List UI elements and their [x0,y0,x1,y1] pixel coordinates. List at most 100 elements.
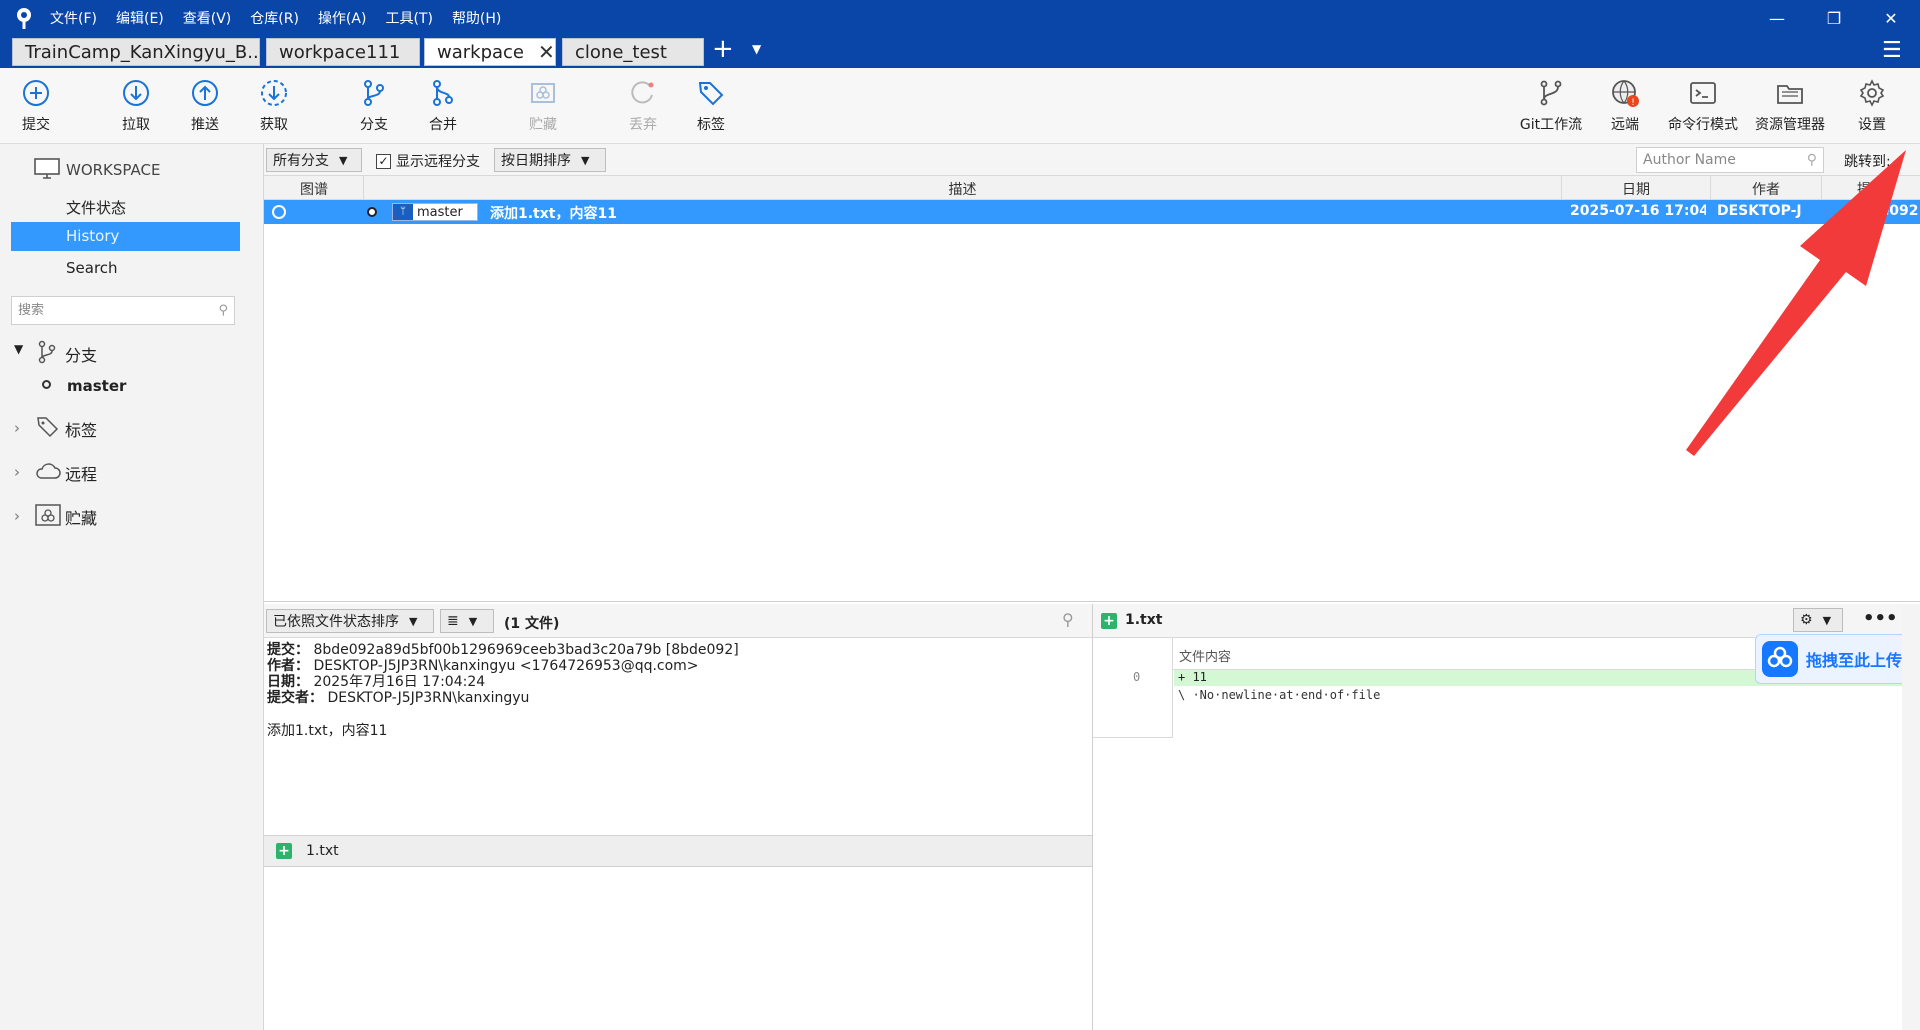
close-icon: ✕ [1884,8,1898,28]
branch-filter-dropdown[interactable]: 所有分支 ▼ [266,148,362,172]
stash-button[interactable]: 贮藏 [507,74,579,140]
cloud-icon [36,463,61,479]
merge-button[interactable]: 合并 [407,74,479,140]
chevron-right-icon[interactable]: › [14,419,20,437]
menu-help[interactable]: 帮助(H) [452,8,501,28]
search-icon[interactable]: ⚲ [1062,610,1074,629]
sidebar-item-history[interactable]: History [11,222,240,251]
file-added-icon: + [276,843,292,859]
sidebar-item-search[interactable]: Search [66,259,118,277]
date-label: 日期： [267,674,309,690]
gitflow-label: Git工作流 [1519,117,1583,133]
sidebar-branch-master[interactable]: master [67,377,126,395]
workspace-heading: WORKSPACE [66,161,161,179]
column-graph[interactable]: 图谱 [264,179,364,199]
sidebar-group-remotes[interactable]: 远程 [65,461,97,485]
chevron-right-icon[interactable]: › [14,463,20,481]
commit-hash-value[interactable]: 8bde092a89d5bf00b1296969ceeb3bad3c20a79b… [313,642,738,658]
branch-name: master [417,204,463,220]
file-view-dropdown[interactable]: ≣ ▼ [440,609,494,633]
branch-button[interactable]: 分支 [338,74,410,140]
branch-icon [38,340,56,364]
cloud-upload-icon [1762,641,1798,677]
menu-edit[interactable]: 编辑(E) [116,8,164,28]
dropdown-label: 所有分支 [273,153,329,169]
chevron-right-icon[interactable]: › [14,507,20,525]
commit-button[interactable]: 提交 [0,74,72,140]
tab-bar: TrainCamp_KanXingyu_B... workpace111 war… [0,34,1920,68]
push-button[interactable]: 推送 [169,74,241,140]
discard-icon [631,81,654,104]
tab-warkpace[interactable]: warkpace ✕ [424,38,556,66]
file-content-label: 文件内容 [1179,650,1232,665]
tag-button[interactable]: 标签 [675,74,747,140]
title-bar: 文件(F) 编辑(E) 查看(V) 仓库(R) 操作(A) 工具(T) 帮助(H… [0,0,1920,36]
upload-drop-badge[interactable]: 拖拽至此上传 [1755,634,1919,684]
sidebar-search-input[interactable]: 搜索 ⚲ [11,296,235,325]
diff-header: + 1.txt ⚙ ▼ ••• [1092,604,1920,638]
show-remote-checkbox[interactable]: ✓ 显示远程分支 [376,151,480,171]
sidebar-group-tags[interactable]: 标签 [65,417,97,441]
menu-tools[interactable]: 工具(T) [385,8,432,28]
checkbox-checked-icon: ✓ [376,153,391,169]
fetch-label: 获取 [260,117,288,133]
tab-workpace111[interactable]: workpace111 [266,38,420,66]
push-icon [192,80,218,106]
diff-content: 0 文件内容 + 11 \ ·No·newline·at·end·of·file [1092,638,1920,1030]
tab-label: warkpace [437,41,525,63]
settings-button[interactable]: 设置 [1836,74,1908,140]
uncommitted-radio-icon [272,205,286,219]
tab-close-icon[interactable]: ✕ [538,40,555,64]
discard-label: 丢弃 [629,117,657,133]
author-value: DESKTOP-J5JP3RN\kanxingyu <1764726953@qq… [313,658,699,674]
restore-button[interactable]: ❐ [1811,0,1857,36]
tab-clone-test[interactable]: clone_test [562,38,704,66]
monitor-icon [34,158,60,179]
line-number: 0 [1133,670,1141,684]
sort-dropdown[interactable]: 按日期排序 ▼ [494,148,606,172]
red-arrow-annotation [1686,150,1906,456]
folder-icon [1777,85,1803,104]
settings-label: 设置 [1858,117,1886,133]
gear-icon: ⚙ [1800,612,1813,628]
tab-dropdown-icon[interactable]: ▼ [752,42,761,56]
diff-scrollbar[interactable] [1902,604,1920,1030]
sidebar-group-branches[interactable]: 分支 [65,342,97,366]
chevron-down-icon: ▼ [409,614,418,628]
discard-button[interactable]: 丢弃 [607,74,679,140]
upload-badge-label: 拖拽至此上传 [1806,651,1903,670]
current-branch-icon [42,380,51,389]
pull-button[interactable]: 拉取 [100,74,172,140]
fetch-button[interactable]: 获取 [238,74,310,140]
explorer-button[interactable]: 资源管理器 [1754,74,1826,140]
fetch-icon [261,80,287,106]
chevron-down-icon[interactable]: ▼ [14,342,23,356]
tab-traincamp[interactable]: TrainCamp_KanXingyu_B... [12,38,260,66]
close-window-button[interactable]: ✕ [1868,0,1914,36]
commit-message-body: 添加1.txt，内容11 [267,723,388,739]
menu-view[interactable]: 查看(V) [183,8,232,28]
terminal-button[interactable]: 命令行模式 [1667,74,1739,140]
menu-action[interactable]: 操作(A) [318,8,367,28]
date-value: 2025年7月16日 17:04:24 [313,674,486,690]
remote-button[interactable]: ! 远端 [1589,74,1661,140]
new-tab-plus-icon[interactable]: + [712,34,734,64]
sidebar-item-file-status[interactable]: 文件状态 [66,197,126,218]
hamburger-menu-icon[interactable]: ☰ [1882,38,1902,63]
more-actions-icon[interactable]: ••• [1863,608,1898,629]
sourcetree-logo-icon [17,8,31,29]
file-sort-dropdown[interactable]: 已依照文件状态排序 ▼ [266,609,434,633]
sidebar-group-stashes[interactable]: 贮藏 [65,505,97,529]
commit-node-icon [367,207,377,217]
dropdown-label: 按日期排序 [501,153,571,169]
tag-label: 标签 [697,117,725,133]
minimize-button[interactable]: — [1754,0,1800,36]
file-list-item[interactable]: + 1.txt [264,835,1092,867]
menu-repo[interactable]: 仓库(R) [250,8,299,28]
file-name: 1.txt [306,843,339,859]
diff-no-newline-line: \ ·No·newline·at·end·of·file [1178,688,1381,702]
column-description[interactable]: 描述 [364,179,1561,199]
diff-options-dropdown[interactable]: ⚙ ▼ [1793,608,1843,632]
menu-file[interactable]: 文件(F) [50,8,97,28]
gitflow-button[interactable]: Git工作流 [1515,74,1587,140]
